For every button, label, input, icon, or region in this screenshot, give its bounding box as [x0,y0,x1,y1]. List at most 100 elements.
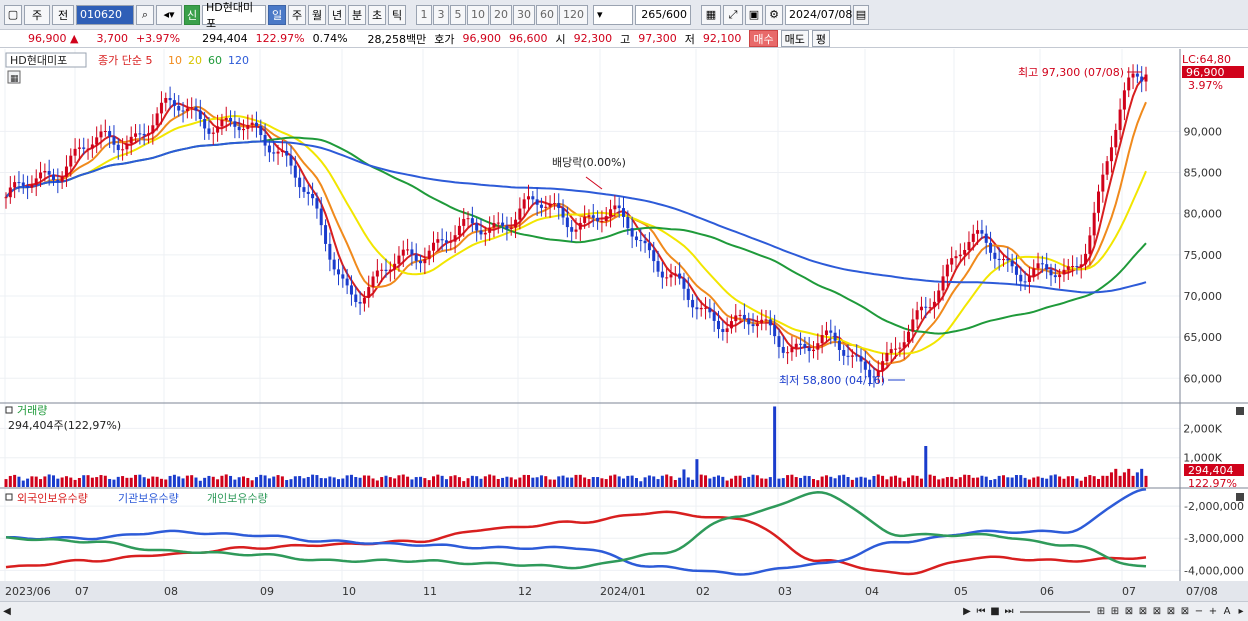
tool-icon-4[interactable]: ⊠ [1136,605,1150,619]
volume-bar [211,476,215,487]
candle-body [341,274,345,279]
interval-tab[interactable]: 10 [467,4,489,25]
volume-bar [1118,475,1122,487]
period-tab[interactable]: 일 [268,4,286,25]
interval-dropdown[interactable]: ▾ [593,4,633,25]
tool-icon-3[interactable]: ⊠ [1122,605,1136,619]
candle-body [436,239,440,243]
rewind-icon[interactable]: ⏮ [974,605,988,619]
buy-button[interactable]: 매수 [749,30,778,47]
date-input[interactable]: 2024/07/08 [785,4,852,25]
volume-panel-close-icon[interactable] [1236,407,1244,415]
interval-tab[interactable]: 60 [536,4,558,25]
candle-body [803,344,807,348]
volume-ratio: 122.97% [255,32,305,45]
interval-tab[interactable]: 3 [433,4,449,25]
zoom-slider[interactable] [1020,610,1090,613]
candle-body [907,331,910,343]
volume-bar [242,476,245,487]
volume-bar [1002,475,1005,487]
scroll-right-end-icon[interactable]: ▸ [1234,605,1248,619]
candle-body [250,122,254,125]
volume-bar [1079,480,1083,487]
count-input[interactable]: 265/600 [635,4,691,25]
candle-body [807,347,811,352]
interval-tab[interactable]: 20 [490,4,512,25]
sell-button[interactable]: 매도 [780,30,809,47]
stop-icon[interactable]: ■ [988,605,1002,619]
volume-bar [1023,477,1027,487]
interval-tab[interactable]: 5 [450,4,466,25]
volume-bar [1014,475,1018,487]
speaker-icon[interactable]: ◂▾ [156,4,182,25]
candle-body [915,310,919,320]
scroll-left-icon[interactable]: ◀ [0,605,14,619]
calendar-icon[interactable]: ▤ [853,4,869,25]
volume-bar [1144,475,1148,487]
volume-bar [155,476,159,487]
save-icon[interactable]: ▣ [745,4,763,25]
volume-bar [682,469,686,487]
candle-body [1144,74,1148,82]
candle-body [229,117,233,122]
chart-svg[interactable]: HD현대미포 종가 단순 5 10 20 60 120 ▦ 최고 97,300 … [0,49,1248,601]
volume-bar [656,479,660,487]
stock-code-input[interactable]: 010620 [76,4,134,25]
interval-tab[interactable]: 1 [416,4,432,25]
type-select[interactable]: 주 [24,4,50,25]
zoom-out-icon[interactable]: − [1192,605,1206,619]
tool-icon-7[interactable]: ⊠ [1178,605,1192,619]
candle-body [4,197,8,199]
forward-icon[interactable]: ⏭ [1002,605,1016,619]
all-button[interactable]: 전 [52,4,74,25]
candle-body [77,147,81,149]
interval-tab[interactable]: 120 [559,4,588,25]
period-tab[interactable]: 년 [328,4,346,25]
layout-icon[interactable]: ▢ [4,4,22,25]
x-axis-label: 2023/06 [5,585,51,598]
draw-tool-icon[interactable]: ⤢ [723,4,743,25]
volume-bar [781,478,785,487]
scrollbar[interactable]: ◀ ▶ ⏮ ■ ⏭ ⊞ ⊞ ⊠ ⊠ ⊠ ⊠ ⊠ − + A ▸ [0,601,1248,621]
period-tab[interactable]: 분 [348,4,366,25]
gear-icon[interactable]: ⚙ [765,4,783,25]
indicator-icon[interactable]: ▦ [701,4,721,25]
candle-body [52,174,55,180]
tool-icon-6[interactable]: ⊠ [1164,605,1178,619]
volume-bar [509,477,513,487]
price-tick-label: 75,000 [1184,249,1223,262]
candle-body [1006,259,1010,261]
interval-tab[interactable]: 30 [513,4,535,25]
period-tab[interactable]: 틱 [388,4,406,25]
avg-button[interactable]: 평 [811,30,831,47]
candle-body [319,208,323,226]
candle-body [634,236,638,241]
volume-bar [397,475,401,487]
tool-icon-2[interactable]: ⊞ [1108,605,1122,619]
period-tab[interactable]: 월 [308,4,326,25]
volume-bar [678,477,682,487]
volume-current-text: 294,404 [1188,464,1234,477]
legend-price-label: 종가 단순 5 [98,54,152,67]
volume-bar [496,478,500,487]
price-value: 96,900 [28,32,67,45]
tool-icon-5[interactable]: ⊠ [1150,605,1164,619]
volume-bar [842,474,846,487]
holdings-tick-label: -2,000,000 [1184,500,1244,513]
candle-body [64,166,68,177]
search-icon[interactable]: ⌕ [136,4,154,25]
candle-body [233,121,237,127]
volume-bar [267,478,271,487]
chart-area[interactable]: HD현대미포 종가 단순 5 10 20 60 120 ▦ 최고 97,300 … [0,49,1248,601]
font-size-icon[interactable]: A [1220,605,1234,619]
zoom-in-icon[interactable]: + [1206,605,1220,619]
period-tab[interactable]: 초 [368,4,386,25]
tool-icon-1[interactable]: ⊞ [1094,605,1108,619]
holdings-panel-close-icon[interactable] [1236,493,1244,501]
volume-bar [250,480,254,487]
scroll-right-icon[interactable]: ▶ [960,605,974,619]
candle-body [643,240,647,244]
candle-body [583,216,587,223]
candle-body [928,307,932,309]
period-tab[interactable]: 주 [288,4,306,25]
